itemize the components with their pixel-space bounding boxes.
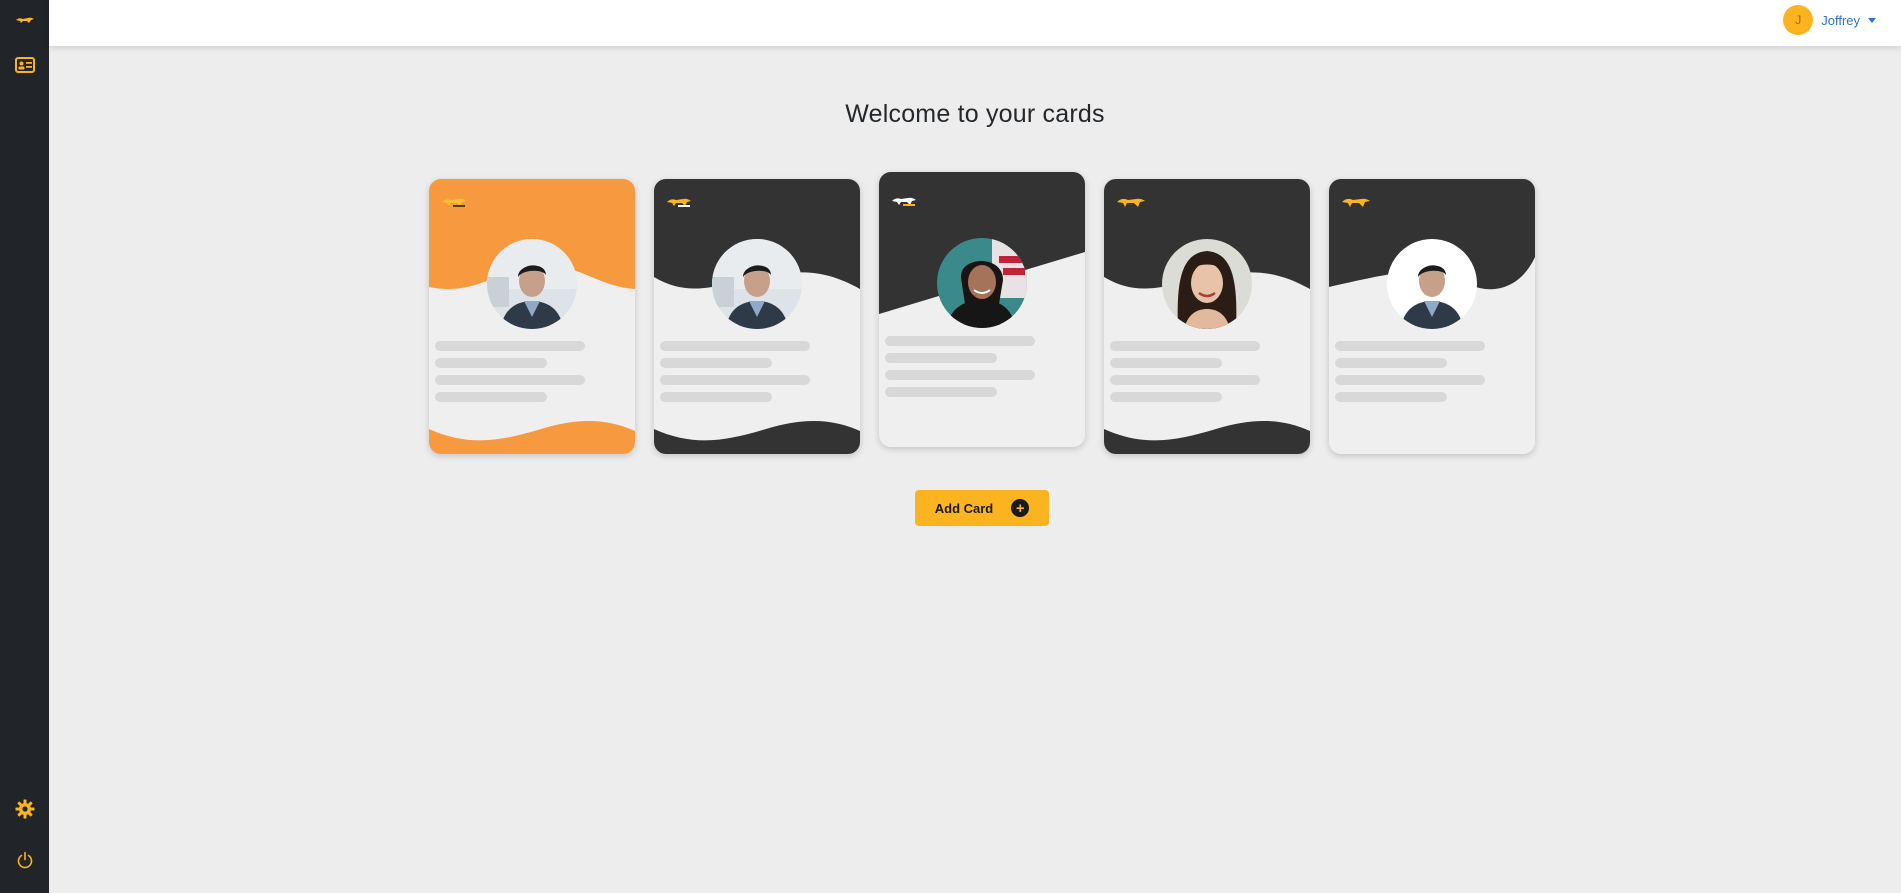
card-3[interactable] — [879, 172, 1085, 447]
user-name[interactable]: Joffrey — [1821, 13, 1860, 28]
cheetah-logo-icon — [891, 194, 917, 212]
power-icon[interactable] — [0, 849, 49, 871]
cheetah-logo-icon — [441, 195, 467, 213]
user-menu[interactable]: J Joffrey — [1783, 5, 1876, 35]
placeholder-lines — [660, 341, 810, 409]
caret-down-icon[interactable] — [1868, 17, 1876, 23]
card-4[interactable] — [1104, 179, 1310, 454]
gear-icon[interactable] — [0, 798, 49, 820]
card-1[interactable] — [429, 179, 635, 454]
cheetah-logo-icon[interactable] — [0, 12, 49, 28]
plus-circle-icon: + — [1011, 499, 1030, 517]
man-photo — [487, 239, 577, 329]
woman-photo — [937, 238, 1027, 328]
add-card-button[interactable]: Add Card + — [915, 490, 1049, 526]
top-bar: J Joffrey — [49, 0, 1901, 46]
cheetah-logo-icon — [1116, 195, 1146, 213]
placeholder-lines — [1335, 341, 1485, 409]
sidebar — [0, 0, 49, 893]
man-photo — [1387, 239, 1477, 329]
cheetah-logo-icon — [1341, 195, 1371, 213]
avatar[interactable]: J — [1783, 5, 1814, 35]
page-title: Welcome to your cards — [845, 100, 1105, 128]
placeholder-lines — [885, 336, 1035, 404]
cheetah-logo-icon — [666, 195, 692, 213]
card-2[interactable] — [654, 179, 860, 454]
placeholder-lines — [435, 341, 585, 409]
placeholder-lines — [1110, 341, 1260, 409]
woman-photo — [1162, 239, 1252, 329]
card-5[interactable] — [1329, 179, 1535, 454]
add-card-label: Add Card — [934, 500, 994, 516]
id-card-icon[interactable] — [0, 55, 49, 75]
man-photo — [712, 239, 802, 329]
